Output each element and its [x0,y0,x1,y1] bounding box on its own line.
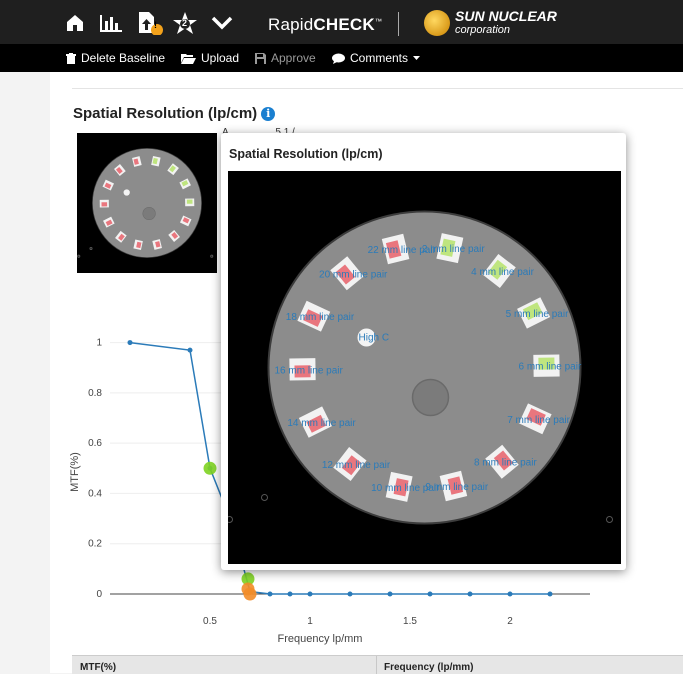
upload-button[interactable]: Upload [181,51,239,65]
action-toolbar: Delete Baseline Upload Approve Comments [0,44,683,72]
fiducial-mark [606,516,613,523]
thumbnail-image [77,148,214,258]
line-pair-label: 18 mm line pair [286,312,355,323]
mtf-data-point [347,591,353,597]
mtf-data-point [307,591,313,597]
roi-marker [101,202,108,207]
mtf-data-point [467,591,473,597]
y-tick-label: 1 [96,338,102,349]
line-pair-label: 20 mm line pair [319,269,388,280]
product-logo: RapidCHECK™ [268,15,383,34]
x-tick-label: 2 [507,616,513,627]
fiducial-mark [261,494,268,501]
line-pair-block [185,198,195,207]
highlighted-point [203,461,217,475]
star-badge: 2 [182,18,188,28]
y-tick-label: 0 [96,589,102,600]
y-tick-label: 0.8 [88,388,102,399]
bar-chart-icon[interactable] [98,12,124,34]
mtf-data-point [267,591,273,597]
fiducial-mark [228,516,233,523]
phantom-image-svg: 2 mm line pair4 mm line pair5 mm line pa… [228,210,613,525]
column-separator [376,656,377,674]
trash-icon [66,52,76,64]
header-divider [398,12,399,36]
section-title: Spatial Resolution (lp/cm) i [73,105,276,122]
fiducial-mark [210,254,214,258]
chevron-down-icon[interactable] [210,12,234,34]
x-tick-label: 1 [307,616,313,627]
delete-baseline-button[interactable]: Delete Baseline [66,51,165,65]
y-tick-label: 0.2 [88,539,102,550]
home-icon[interactable] [64,12,86,34]
column-header-frequency[interactable]: Frequency (lp/mm) [384,662,473,673]
phantom-image[interactable]: 2 mm line pair 4 mm line pair 5 mm line pa… [228,171,621,564]
popup-title: Spatial Resolution (lp/cm) [229,147,383,161]
star-icon[interactable]: 2 [172,12,198,34]
comments-dropdown[interactable]: Comments [332,51,421,65]
line-pair-label: 8 mm line pair [474,458,537,469]
image-popup: Spatial Resolution (lp/cm) 2 mm line pai… [221,133,626,570]
company-name: SUN NUCLEAR corporation [455,8,557,36]
y-tick-label: 0.6 [88,438,102,449]
line-pair-label: 16 mm line pair [275,365,344,376]
roi-marker [186,199,193,204]
folder-open-icon [181,53,196,64]
fiducial-mark [77,254,81,258]
x-axis-label: Frequency lp/mm [278,633,363,645]
x-tick-label: 0.5 [203,616,217,627]
line-pair-block [99,199,109,208]
low-contrast-insert [142,206,156,221]
company-logo-icon [424,10,450,36]
section-divider [72,88,683,89]
fiducial-mark [89,246,93,251]
line-pair-label: 22 mm line pair [368,245,437,256]
table-header: MTF(%) Frequency (lp/mm) [72,655,683,674]
line-pair-label: 12 mm line pair [322,460,391,471]
upload-badge: ! [154,20,157,30]
line-pair-label: 6 mm line pair [518,362,581,373]
line-pair-label: 4 mm line pair [471,267,534,278]
y-axis-label: MTF(%) [69,452,81,492]
mtf-data-point [387,591,393,597]
x-tick-label: 1.5 [403,616,417,627]
mtf-data-point [427,591,433,597]
save-icon [255,52,266,64]
high-contrast-insert [123,189,130,196]
line-pair-label: 5 mm line pair [506,309,569,320]
info-icon[interactable]: i [261,106,276,121]
mtf-data-point [287,591,293,597]
y-tick-label: 0.4 [88,488,102,499]
comment-icon [332,53,345,64]
top-navigation-bar: ! 2 RapidCHECK™ SUN NUCLEAR corporation [0,0,683,44]
phantom-thumbnail[interactable] [77,133,217,273]
column-header-mtf[interactable]: MTF(%) [80,662,116,673]
caret-down-icon [413,55,421,60]
line-pair-label: 10 mm line pair [371,483,440,494]
upload-file-icon[interactable]: ! [136,12,164,35]
line-pair-label: 14 mm line pair [287,418,356,429]
center-label: High C [359,333,390,344]
low-contrast-insert [411,378,450,417]
line-pair-label: 7 mm line pair [507,415,570,426]
mtf-data-point [187,347,193,353]
mtf-data-point [547,591,553,597]
approve-button[interactable]: Approve [255,51,316,65]
highlighted-point [243,587,257,601]
mtf-data-point [507,591,513,597]
phantom-body [92,148,202,258]
mtf-data-point [127,340,133,346]
side-panel [0,72,50,673]
